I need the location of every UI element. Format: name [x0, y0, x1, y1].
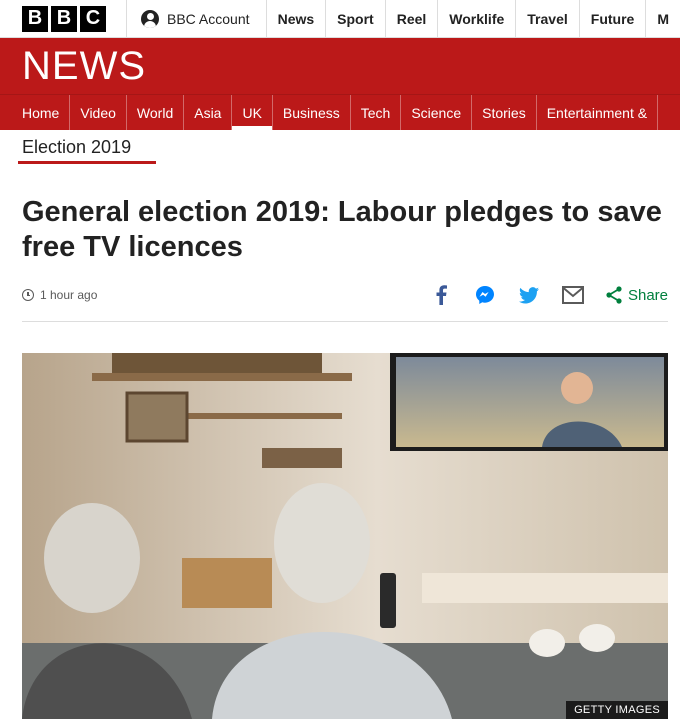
section-nav-entertainment[interactable]: Entertainment &: [537, 95, 659, 130]
bbc-top-bar: B B C BBC Account News Sport Reel Workli…: [0, 0, 680, 38]
account-icon: [141, 9, 159, 28]
election-2019-tag[interactable]: Election 2019: [22, 137, 131, 158]
top-nav: News Sport Reel Worklife Travel Future M: [265, 0, 680, 37]
news-banner: NEWS: [0, 38, 680, 94]
article-meta: 1 hour ago Share: [22, 284, 668, 322]
account-label: BBC Account: [167, 10, 250, 27]
article-image: GETTY IMAGES: [22, 353, 668, 719]
facebook-icon[interactable]: [430, 284, 452, 306]
top-nav-news[interactable]: News: [265, 0, 326, 37]
news-logo[interactable]: NEWS: [22, 44, 146, 89]
share-icon: [606, 286, 622, 304]
image-credit: GETTY IMAGES: [566, 701, 668, 719]
section-nav-business[interactable]: Business: [273, 95, 351, 130]
top-nav-worklife[interactable]: Worklife: [437, 0, 515, 37]
article-headline: General election 2019: Labour pledges to…: [22, 196, 662, 263]
section-nav: Home Video World Asia UK Business Tech S…: [0, 94, 680, 130]
share-button[interactable]: Share: [606, 286, 668, 304]
email-icon[interactable]: [561, 284, 584, 306]
section-nav-tech[interactable]: Tech: [351, 95, 402, 130]
section-nav-video[interactable]: Video: [70, 95, 127, 130]
twitter-icon[interactable]: [518, 284, 540, 306]
account-link[interactable]: BBC Account: [126, 0, 266, 37]
section-nav-asia[interactable]: Asia: [184, 95, 233, 130]
share-tools: Share: [430, 284, 668, 306]
bbc-logo-letter-c: C: [80, 5, 106, 32]
section-nav-stories[interactable]: Stories: [472, 95, 537, 130]
section-nav-science[interactable]: Science: [401, 95, 473, 130]
clock-icon: [22, 289, 34, 301]
bbc-logo[interactable]: B B C: [0, 0, 126, 37]
bbc-logo-letter-b2: B: [51, 5, 77, 32]
top-nav-more[interactable]: M: [645, 0, 680, 37]
timestamp-text: 1 hour ago: [40, 288, 98, 302]
top-nav-future[interactable]: Future: [578, 0, 646, 37]
elderly-couple-watching-tv-photo: [22, 353, 668, 719]
election-tag-underline: [18, 161, 156, 164]
top-nav-travel[interactable]: Travel: [515, 0, 578, 37]
top-nav-sport[interactable]: Sport: [325, 0, 385, 37]
share-label: Share: [627, 286, 668, 304]
messenger-icon[interactable]: [474, 284, 496, 306]
timestamp: 1 hour ago: [22, 288, 97, 302]
section-nav-uk[interactable]: UK: [232, 95, 273, 130]
top-nav-reel[interactable]: Reel: [384, 0, 438, 37]
section-nav-home[interactable]: Home: [12, 95, 71, 130]
bbc-logo-letter-b1: B: [22, 5, 48, 32]
section-nav-world[interactable]: World: [127, 95, 185, 130]
